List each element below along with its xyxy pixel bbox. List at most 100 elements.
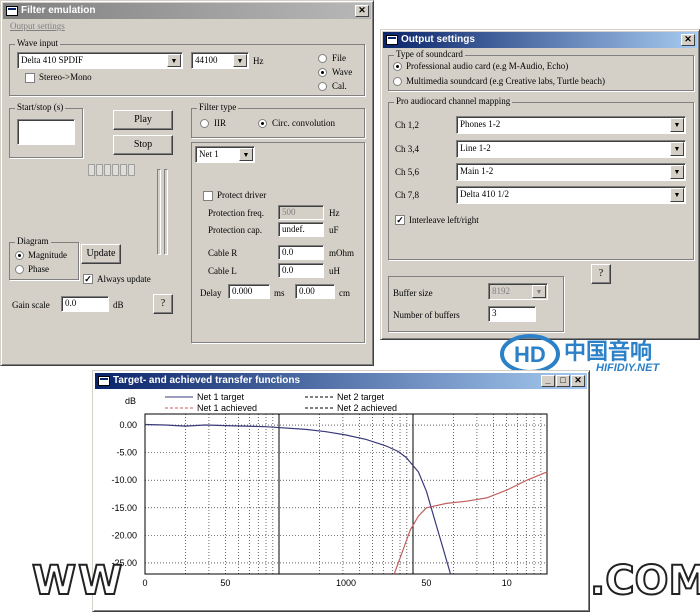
chevron-down-icon[interactable]: ▼ — [532, 285, 546, 298]
pro-card-label: Professional audio card (e.g M-Audio, Ec… — [406, 61, 569, 71]
delay-ms-unit: ms — [274, 288, 285, 298]
chevron-down-icon[interactable]: ▼ — [233, 54, 247, 67]
ch56-label: Ch 5,6 — [395, 167, 420, 177]
ch12-select[interactable]: Phones 1-2 ▼ — [456, 116, 686, 134]
buffer-size-select[interactable]: 8192 ▼ — [488, 283, 548, 300]
wave-device-value: Delta 410 SPDIF — [21, 55, 84, 65]
wave-device-select[interactable]: Delta 410 SPDIF ▼ — [17, 52, 183, 69]
chevron-down-icon[interactable]: ▼ — [670, 188, 684, 202]
protection-cap-field[interactable]: undef. — [278, 222, 324, 237]
level-meter-left — [157, 169, 161, 255]
multimedia-card-radio[interactable] — [393, 77, 402, 86]
x-tick-label: 10 — [502, 578, 512, 588]
logo-url-text: HIFIDIY.NET — [596, 362, 660, 374]
close-icon[interactable]: ✕ — [355, 5, 369, 17]
delay-ms-field[interactable]: 0.000 — [228, 284, 270, 299]
filter-window-title: Filter emulation — [21, 5, 96, 16]
diagram-label: Diagram — [15, 236, 51, 246]
update-button[interactable]: Update — [81, 244, 121, 264]
net-value: Net 1 — [199, 149, 219, 159]
close-icon[interactable]: ✕ — [681, 34, 695, 46]
menu-output-settings[interactable]: Output settings — [10, 21, 65, 31]
num-buffers-field[interactable]: 3 — [488, 306, 536, 322]
ch34-label: Ch 3,4 — [395, 144, 420, 154]
play-button[interactable]: Play — [113, 110, 173, 130]
legend-label: Net 2 achieved — [337, 403, 397, 413]
protect-driver-checkbox[interactable] — [203, 191, 213, 201]
sample-rate-value: 44100 — [195, 55, 218, 65]
svg-text:HD: HD — [514, 342, 546, 367]
chevron-down-icon[interactable]: ▼ — [670, 165, 684, 179]
protection-cap-unit: uF — [329, 225, 339, 235]
chevron-down-icon[interactable]: ▼ — [167, 54, 181, 67]
net-select[interactable]: Net 1 ▼ — [195, 146, 255, 163]
maximize-icon[interactable]: □ — [556, 375, 570, 387]
stereo-mono-label: Stereo->Mono — [39, 72, 92, 82]
protect-driver-label: Protect driver — [217, 190, 267, 200]
protection-freq-field[interactable]: 500 — [278, 205, 324, 220]
pro-card-radio[interactable] — [393, 62, 402, 71]
magnitude-radio[interactable] — [15, 251, 24, 260]
legend-label: Net 2 target — [337, 392, 385, 402]
gain-scale-field[interactable]: 0.0 — [61, 296, 109, 312]
watermark-right: .COM — [589, 557, 700, 605]
close-icon[interactable]: ✕ — [571, 375, 585, 387]
filter-iir-radio[interactable] — [200, 119, 209, 128]
minimize-icon[interactable]: _ — [541, 375, 555, 387]
legend-label: Net 1 achieved — [197, 403, 257, 413]
x-tick-label: 50 — [220, 578, 230, 588]
ch56-select[interactable]: Main 1-2 ▼ — [456, 163, 686, 181]
filter-circ-radio[interactable] — [258, 119, 267, 128]
start-stop-field[interactable] — [17, 119, 75, 145]
stop-button[interactable]: Stop — [113, 135, 173, 155]
source-wave-radio[interactable] — [318, 68, 327, 77]
delay-cm-field[interactable]: 0.00 — [295, 284, 335, 299]
y-tick-label: -10.00 — [111, 475, 137, 485]
magnitude-label: Magnitude — [28, 250, 67, 260]
output-settings-titlebar[interactable]: Output settings ✕ — [383, 32, 697, 48]
stereo-mono-checkbox[interactable] — [25, 73, 35, 83]
source-file-radio[interactable] — [318, 54, 327, 63]
plot-frame — [144, 413, 548, 575]
protection-cap-label: Protection cap. — [208, 225, 262, 235]
interleave-label: Interleave left/right — [409, 215, 479, 225]
always-update-checkbox[interactable]: ✓ — [83, 274, 93, 284]
window-icon — [386, 35, 398, 45]
source-cal-radio[interactable] — [318, 82, 327, 91]
protection-freq-unit: Hz — [329, 208, 340, 218]
channel-mapping-label: Pro audiocard channel mapping — [394, 96, 513, 106]
help-button[interactable]: ? — [153, 294, 173, 314]
cable-l-field[interactable]: 0.0 — [278, 263, 324, 278]
filter-emulation-titlebar[interactable]: Filter emulation ✕ — [3, 3, 371, 19]
ch78-value: Delta 410 1/2 — [460, 189, 509, 199]
ch34-select[interactable]: Line 1-2 ▼ — [456, 140, 686, 158]
interleave-checkbox[interactable]: ✓ — [395, 215, 405, 225]
output-help-button[interactable]: ? — [591, 264, 611, 284]
delay-label: Delay — [200, 288, 222, 298]
filter-iir-label: IIR — [214, 118, 226, 128]
window-icon — [6, 6, 18, 16]
protection-freq-label: Protection freq. — [208, 208, 264, 218]
chevron-down-icon[interactable]: ▼ — [670, 118, 684, 132]
graph-titlebar[interactable]: Target- and achieved transfer functions … — [95, 373, 587, 389]
y-tick-label: -15.00 — [111, 503, 137, 513]
phase-radio[interactable] — [15, 265, 24, 274]
y-tick-label: -5.00 — [116, 448, 137, 458]
wave-input-label: Wave input — [15, 38, 61, 48]
chevron-down-icon[interactable]: ▼ — [239, 148, 253, 161]
source-wave-label: Wave — [332, 67, 353, 77]
y-axis-label: dB — [125, 396, 136, 406]
y-tick-label: 0.00 — [119, 420, 137, 430]
chevron-down-icon[interactable]: ▼ — [670, 142, 684, 156]
cable-r-field[interactable]: 0.0 — [278, 245, 324, 260]
ch78-select[interactable]: Delta 410 1/2 ▼ — [456, 186, 686, 204]
filter-type-label: Filter type — [197, 102, 239, 112]
start-stop-label: Start/stop (s) — [15, 102, 66, 112]
x-tick-label: 0 — [142, 578, 147, 588]
buffer-size-value: 8192 — [492, 286, 510, 296]
window-icon — [98, 376, 110, 386]
transfer-function-chart: 0.00-5.00-10.00-15.00-20.00-25.00dB0 50 10… — [111, 392, 548, 588]
sample-rate-select[interactable]: 44100 ▼ — [191, 52, 249, 69]
ch12-label: Ch 1,2 — [395, 120, 420, 130]
soundcard-type-label: Type of soundcard — [394, 49, 465, 59]
